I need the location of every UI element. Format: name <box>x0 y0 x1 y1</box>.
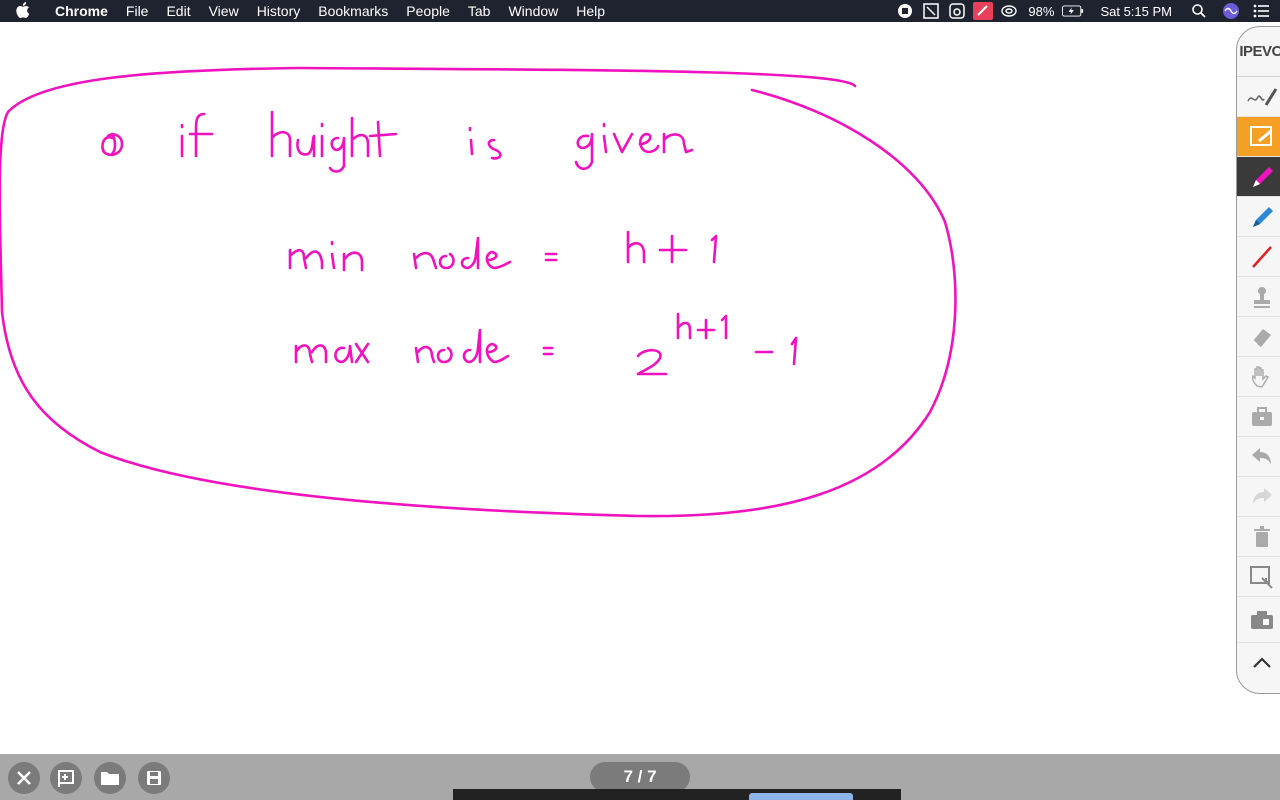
apple-menu-icon[interactable] <box>0 1 46 21</box>
menu-bar: Chrome File Edit View History Bookmarks … <box>0 0 1280 22</box>
cast-icon[interactable] <box>998 0 1020 22</box>
menu-tab[interactable]: Tab <box>459 0 500 22</box>
capture-region-icon <box>1250 565 1273 589</box>
ink-equals-2 <box>542 346 554 356</box>
ipevo-toolbar: IPEVO <box>1236 26 1280 694</box>
save-icon <box>147 771 161 785</box>
whiteboard-canvas[interactable] <box>0 22 1235 754</box>
toolbox-icon <box>1252 406 1272 426</box>
spotlight-search-icon[interactable] <box>1188 0 1210 22</box>
menu-people[interactable]: People <box>397 0 459 22</box>
undo-tool[interactable] <box>1237 437 1280 477</box>
ink-digit-2 <box>636 348 668 376</box>
hand-pan-tool[interactable] <box>1237 357 1280 397</box>
ink-word-node-2 <box>414 328 510 364</box>
pink-pen-icon <box>1253 166 1273 187</box>
ink-word-given <box>574 122 694 171</box>
new-page-icon <box>58 770 74 787</box>
dock-highlight <box>749 793 853 800</box>
record-stop-icon[interactable] <box>894 0 916 22</box>
ink-bullet-circle <box>101 132 124 157</box>
ink-word-if <box>180 112 214 158</box>
annotate-mode-tool[interactable] <box>1237 117 1280 157</box>
folder-icon <box>101 772 119 785</box>
ink-word-min <box>288 240 364 272</box>
status-tray: 98% Sat 5:15 PM <box>892 0 1280 22</box>
menubar-clock[interactable]: Sat 5:15 PM <box>1086 4 1186 19</box>
ink-word-node-1 <box>412 236 512 270</box>
ink-expr-minus-1 <box>754 336 798 366</box>
battery-percent: 98% <box>1028 3 1055 19</box>
hand-icon <box>1251 365 1269 388</box>
collapse-toolbar-tool[interactable] <box>1237 643 1280 683</box>
ink-loop-stroke <box>0 66 957 518</box>
ipevo-logo: IPEVO <box>1237 27 1280 77</box>
camera-app-icon[interactable] <box>946 0 968 22</box>
ink-equals-1 <box>544 252 558 262</box>
battery-charging-icon[interactable] <box>1062 0 1084 22</box>
stamp-tool[interactable] <box>1237 277 1280 317</box>
notification-center-icon[interactable] <box>1250 0 1272 22</box>
handwriting-icon <box>1247 87 1278 106</box>
annotate-app-icon[interactable] <box>972 0 994 22</box>
save-button[interactable] <box>138 762 170 794</box>
ink-word-is <box>468 126 502 160</box>
blue-pen-icon <box>1253 206 1273 227</box>
open-folder-button[interactable] <box>94 762 126 794</box>
delete-page-tool[interactable] <box>1237 517 1280 557</box>
menu-window[interactable]: Window <box>499 0 567 22</box>
ink-superscript-h-plus-1 <box>676 312 728 340</box>
menu-bookmarks[interactable]: Bookmarks <box>309 0 397 22</box>
red-line-icon <box>1252 245 1272 268</box>
ink-word-height <box>270 110 398 173</box>
stamp-icon <box>1254 286 1270 308</box>
red-line-tool[interactable] <box>1237 237 1280 277</box>
ink-expr-h-plus-1 <box>626 230 718 264</box>
toolbox-tool[interactable] <box>1237 397 1280 437</box>
menu-history[interactable]: History <box>248 0 310 22</box>
menu-view[interactable]: View <box>200 0 248 22</box>
camera-icon <box>1251 610 1273 629</box>
new-page-button[interactable] <box>50 762 82 794</box>
ink-word-max <box>294 342 370 364</box>
annotate-mode-icon <box>1250 125 1272 146</box>
menu-chrome[interactable]: Chrome <box>46 0 117 22</box>
eraser-icon <box>1252 328 1271 347</box>
camera-tool[interactable] <box>1237 597 1280 643</box>
trash-icon <box>1254 525 1270 547</box>
blue-pen-tool[interactable] <box>1237 197 1280 237</box>
ink-layer <box>0 66 957 518</box>
menu-file[interactable]: File <box>117 0 158 22</box>
siri-icon[interactable] <box>1220 0 1242 22</box>
redo-icon <box>1253 487 1272 504</box>
undo-icon <box>1252 447 1271 464</box>
close-button[interactable] <box>8 762 40 794</box>
pink-pen-tool[interactable] <box>1237 157 1280 197</box>
handwriting-tool[interactable] <box>1237 77 1280 117</box>
capture-region-tool[interactable] <box>1237 557 1280 597</box>
page-indicator[interactable]: 7 / 7 <box>590 762 690 792</box>
eraser-tool[interactable] <box>1237 317 1280 357</box>
menu-help[interactable]: Help <box>567 0 614 22</box>
close-icon <box>17 771 31 785</box>
redo-tool[interactable] <box>1237 477 1280 517</box>
screen-capture-icon[interactable] <box>920 0 942 22</box>
bottom-bar: 7 / 7 <box>0 754 1280 800</box>
chevron-up-icon <box>1253 657 1271 668</box>
dock-strip <box>453 789 901 800</box>
menu-edit[interactable]: Edit <box>157 0 199 22</box>
